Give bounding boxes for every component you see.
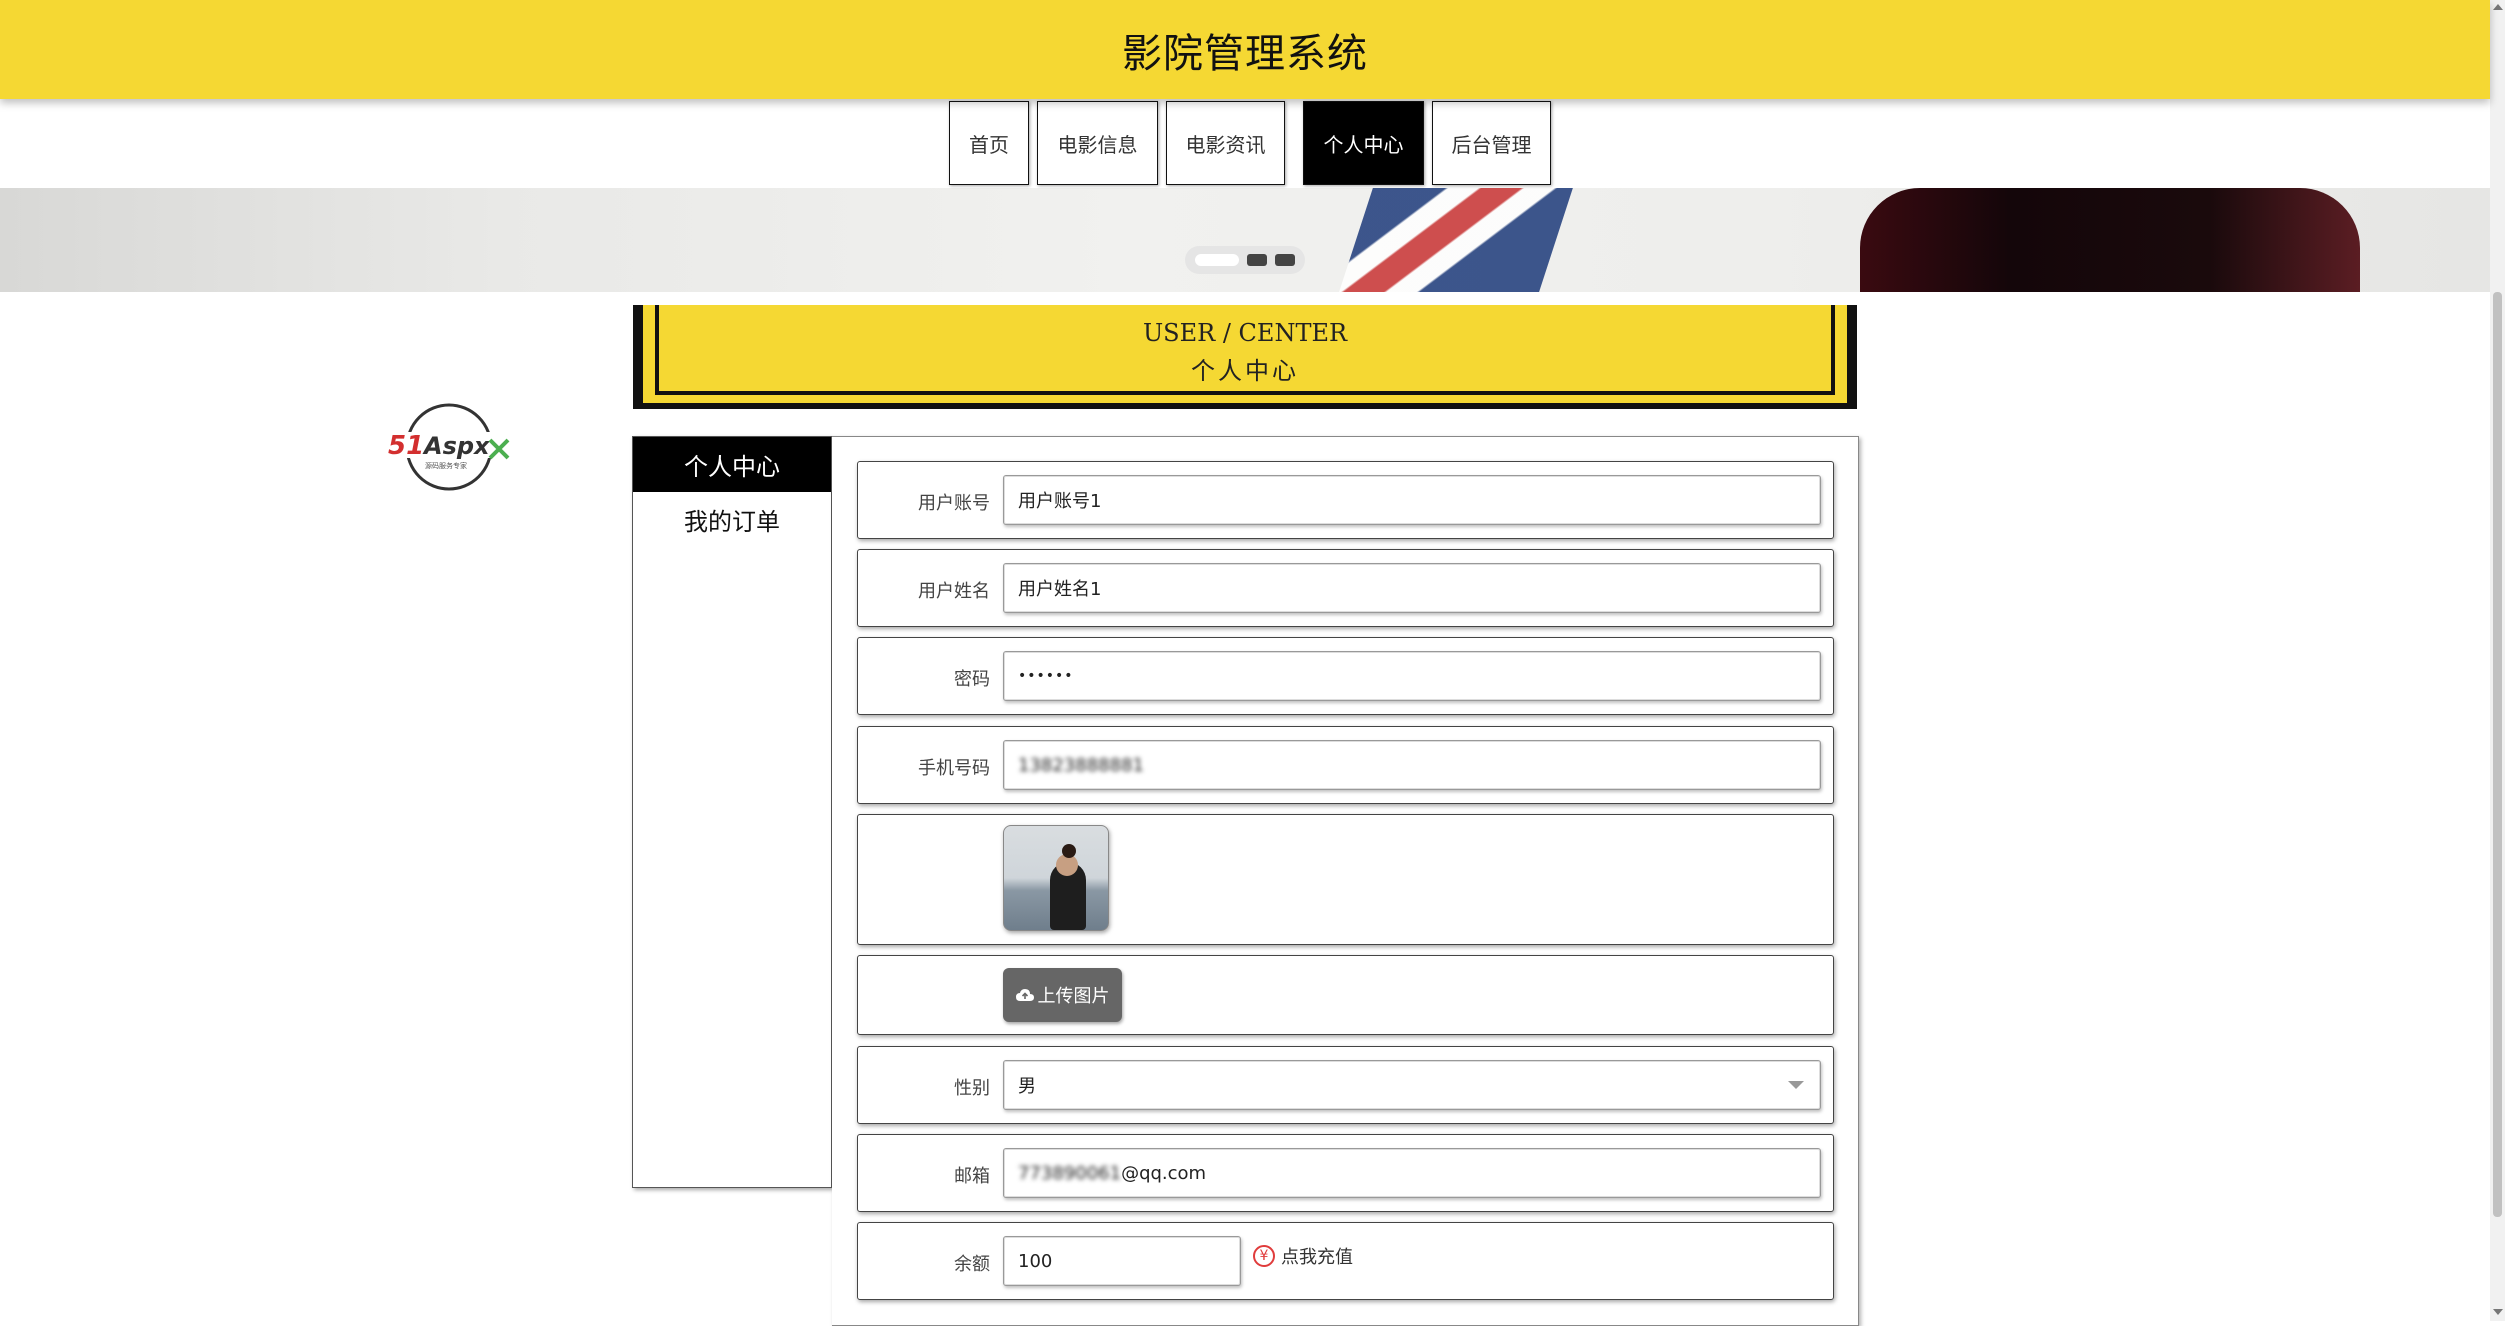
password-input[interactable]: •••••• [1003, 651, 1821, 701]
site-header: 影院管理系统 [0, 0, 2490, 99]
email-local-part: 773890061 [1018, 1162, 1122, 1184]
email-input[interactable]: 773890061 @qq.com [1003, 1148, 1821, 1198]
logo-51aspx: 51 Aspx 源码服务专家 [386, 403, 512, 491]
gender-label: 性别 [954, 1078, 990, 1099]
row-email: 邮箱 773890061 @qq.com [857, 1134, 1834, 1212]
balance-label: 余额 [954, 1254, 990, 1275]
phone-input[interactable]: 13823888881 [1003, 740, 1821, 790]
nav-movie-info[interactable]: 电影信息 [1037, 101, 1158, 185]
phone-label: 手机号码 [918, 758, 990, 779]
row-password: 密码 •••••• [857, 637, 1834, 715]
nav-movie-news[interactable]: 电影资讯 [1166, 101, 1285, 185]
scroll-up-icon[interactable] [2493, 4, 2503, 10]
carousel-dot-2[interactable] [1247, 254, 1267, 266]
chevron-down-icon [1788, 1081, 1804, 1089]
section-title-cn: 个人中心 [1191, 357, 1299, 385]
row-name: 用户姓名 用户姓名1 [857, 549, 1834, 627]
name-label: 用户姓名 [918, 581, 990, 602]
balance-input[interactable]: 100 [1003, 1236, 1241, 1286]
upload-image-label: 上传图片 [1037, 986, 1110, 1007]
svg-text:Aspx: Aspx [422, 432, 491, 460]
row-gender: 性别 男 [857, 1046, 1834, 1124]
account-label: 用户账号 [918, 493, 990, 514]
password-label: 密码 [954, 669, 990, 690]
cloud-upload-icon [1015, 989, 1034, 1001]
gender-selected-value: 男 [1018, 1076, 1036, 1097]
recharge-label: 点我充值 [1281, 1247, 1353, 1268]
avatar-image [1003, 825, 1109, 931]
name-input[interactable]: 用户姓名1 [1003, 563, 1821, 613]
email-label: 邮箱 [954, 1166, 990, 1187]
recharge-link[interactable]: ¥ 点我充值 [1253, 1243, 1353, 1269]
section-title-inner: USER / CENTER 个人中心 [655, 305, 1835, 395]
section-title-en: USER / CENTER [1142, 319, 1348, 347]
row-phone: 手机号码 13823888881 [857, 726, 1834, 804]
sidebar-item-my-orders[interactable]: 我的订单 [633, 492, 831, 547]
site-title: 影院管理系统 [1122, 30, 1368, 77]
yen-icon: ¥ [1253, 1245, 1275, 1267]
row-upload: 上传图片 [857, 955, 1834, 1035]
banner-figure-image [1860, 188, 2360, 292]
carousel-dot-1[interactable] [1195, 254, 1239, 266]
phone-value: 13823888881 [1018, 754, 1144, 776]
user-sidebar: 个人中心 我的订单 [632, 436, 832, 1188]
nav-user-center[interactable]: 个人中心 [1303, 101, 1424, 185]
section-title-box: USER / CENTER 个人中心 [633, 305, 1857, 409]
scroll-down-icon[interactable] [2493, 1309, 2503, 1315]
page-scrollbar[interactable] [2490, 0, 2505, 1321]
carousel-dot-3[interactable] [1275, 254, 1295, 266]
main-nav: 首页 电影信息 电影资讯 个人中心 后台管理 [949, 101, 1551, 187]
svg-text:源码服务专家: 源码服务专家 [425, 461, 467, 470]
nav-home[interactable]: 首页 [949, 101, 1029, 185]
banner-carousel[interactable] [0, 188, 2490, 292]
row-avatar [857, 814, 1834, 945]
user-form-panel: 用户账号 用户账号1 用户姓名 用户姓名1 密码 •••••• 手机号码 138… [832, 436, 1859, 1326]
gender-select[interactable]: 男 [1003, 1060, 1821, 1110]
account-input[interactable]: 用户账号1 [1003, 475, 1821, 525]
upload-image-button[interactable]: 上传图片 [1003, 968, 1122, 1022]
svg-text:51: 51 [388, 431, 424, 461]
banner-flag-image [1333, 188, 1577, 292]
row-balance: 余额 100 ¥ 点我充值 [857, 1222, 1834, 1300]
email-domain: @qq.com [1121, 1162, 1207, 1184]
carousel-indicators [1185, 246, 1305, 274]
scroll-thumb[interactable] [2493, 292, 2502, 1217]
nav-admin[interactable]: 后台管理 [1432, 101, 1551, 185]
row-account: 用户账号 用户账号1 [857, 461, 1834, 539]
sidebar-item-user-center[interactable]: 个人中心 [633, 437, 831, 492]
